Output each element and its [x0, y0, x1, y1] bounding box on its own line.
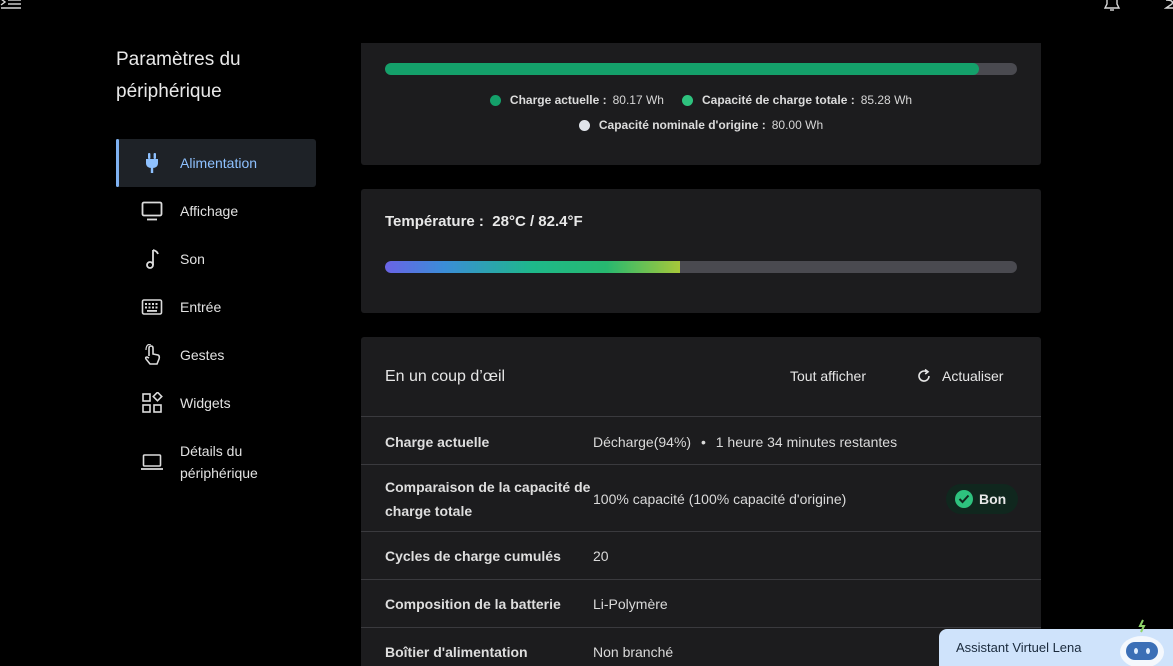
legend-label: Capacité de charge totale :	[701, 93, 855, 107]
temperature-card: Température : 28°C / 82.4°F	[361, 189, 1041, 313]
legend-dot	[489, 94, 501, 106]
sidebar-item-label: Gestes	[180, 347, 225, 363]
assistant-robot-icon[interactable]	[1116, 618, 1172, 666]
battery-capacity-card: Charge actuelle : 80.17 Wh Capacité de c…	[361, 43, 1041, 165]
row-label: Boîtier d'alimentation	[385, 644, 528, 660]
touch-gesture-icon	[140, 343, 164, 367]
sidebar-nav: Alimentation Affichage Son Entrée Gestes…	[116, 139, 316, 497]
sidebar-title: Paramètres du périphérique	[116, 49, 241, 102]
user-account-icon[interactable]	[1164, 0, 1173, 10]
refresh-label: Actualiser	[942, 368, 1004, 384]
sidebar-item-label: Son	[180, 251, 205, 267]
row-value: Li-Polymère	[593, 596, 668, 612]
show-all-button[interactable]: Tout afficher	[790, 368, 866, 384]
sidebar-item-son[interactable]: Son	[116, 235, 316, 283]
sidebar-item-widgets[interactable]: Widgets	[116, 379, 316, 427]
legend-item-design-capacity: Capacité nominale d'origine : 80.00 Wh	[578, 118, 824, 132]
sidebar-item-entree[interactable]: Entrée	[116, 283, 316, 331]
music-note-icon	[140, 247, 164, 271]
legend-item-current-charge: Charge actuelle : 80.17 Wh	[489, 93, 664, 107]
row-value: 20	[593, 548, 609, 564]
sidebar-item-label: Entrée	[180, 299, 222, 315]
table-row: Cycles de charge cumulés 20	[361, 532, 1041, 580]
legend-label: Capacité nominale d'origine :	[598, 118, 766, 132]
row-label: Cycles de charge cumulés	[385, 548, 561, 564]
at-a-glance-title: En un coup d’œil	[385, 368, 506, 385]
temperature-bar	[385, 261, 1017, 273]
legend-item-full-charge-capacity: Capacité de charge totale : 85.28 Wh	[681, 93, 913, 107]
menu-toggle-icon[interactable]	[0, 0, 22, 12]
temperature-value: 28°C / 82.4°F	[492, 213, 583, 230]
check-icon	[955, 490, 973, 508]
at-a-glance-card: En un coup d’œil Tout afficher Actualise…	[361, 337, 1041, 666]
row-label: Charge actuelle	[385, 434, 490, 450]
charge-status: Décharge(94%)	[593, 434, 692, 450]
status-badge-label: Bon	[979, 491, 1007, 507]
widgets-icon	[140, 391, 164, 415]
sidebar-item-details-peripherique[interactable]: Détails du périphérique	[116, 427, 316, 497]
refresh-icon	[918, 368, 930, 382]
at-a-glance-header: En un coup d’œil Tout afficher Actualise…	[361, 337, 1041, 417]
capacity-legend: Charge actuelle : 80.17 Wh Capacité de c…	[361, 93, 1041, 107]
temperature-label: Température : 28°C / 82.4°F	[385, 213, 583, 230]
sidebar-item-label: Widgets	[180, 395, 231, 411]
monitor-icon	[140, 199, 164, 223]
battery-capacity-bar-fill	[385, 63, 980, 75]
legend-value: 85.28 Wh	[860, 93, 913, 107]
legend-value: 80.00 Wh	[771, 118, 824, 132]
table-row: Composition de la batterie Li-Polymère	[361, 580, 1041, 628]
sidebar-item-affichage[interactable]: Affichage	[116, 187, 316, 235]
separator-dot: •	[700, 434, 706, 450]
sidebar-item-label: Alimentation	[180, 155, 258, 171]
legend-label: Charge actuelle :	[509, 93, 607, 107]
sidebar-item-label: Détails du périphérique	[180, 443, 258, 481]
legend-dot	[681, 94, 693, 106]
power-plug-icon	[140, 151, 164, 175]
keyboard-icon	[140, 295, 164, 319]
time-remaining: 1 heure 34 minutes restantes	[715, 434, 898, 450]
temperature-bar-fill	[385, 261, 680, 273]
sidebar-item-label: Affichage	[180, 203, 239, 219]
row-value: 100% capacité (100% capacité d'origine)	[593, 491, 847, 507]
battery-capacity-bar	[385, 63, 1017, 75]
legend-dot	[578, 119, 590, 131]
row-value: Décharge(94%) • 1 heure 34 minutes resta…	[593, 430, 897, 454]
refresh-button[interactable]: Actualiser	[916, 368, 1003, 384]
temperature-label-text: Température :	[385, 213, 484, 230]
notification-bell-icon[interactable]	[1103, 0, 1121, 12]
status-badge: Bon	[946, 484, 1019, 514]
virtual-assistant-label: Assistant Virtuel Lena	[956, 640, 1082, 655]
laptop-icon	[140, 450, 164, 474]
table-row: Charge actuelle Décharge(94%) • 1 heure …	[361, 417, 1041, 465]
sidebar-item-alimentation[interactable]: Alimentation	[116, 139, 316, 187]
row-label: Comparaison de la capacité de charge tot…	[385, 479, 591, 519]
capacity-legend-2: Capacité nominale d'origine : 80.00 Wh	[361, 118, 1041, 132]
sidebar-item-gestes[interactable]: Gestes	[116, 331, 316, 379]
legend-value: 80.17 Wh	[612, 93, 664, 107]
row-value: Non branché	[593, 644, 674, 660]
table-row: Comparaison de la capacité de charge tot…	[361, 465, 1041, 532]
row-label: Composition de la batterie	[385, 596, 561, 612]
